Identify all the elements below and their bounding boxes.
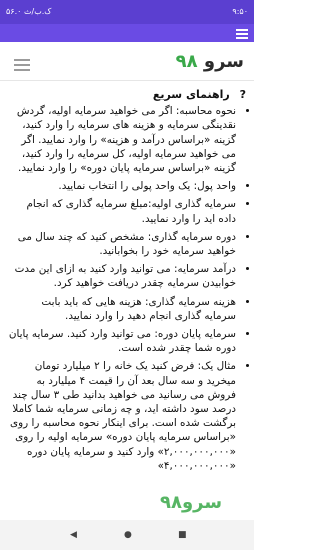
nav-home-button[interactable]: ● bbox=[124, 530, 132, 540]
guide-list: نحوه محاسبه: اگر می خواهید سرمایه اولیه،… bbox=[0, 104, 254, 473]
status-data-speed: ۵۶.۰ ک.ب/ث bbox=[6, 7, 52, 16]
logo-text: سرو bbox=[203, 51, 244, 72]
guide-item: درآمد سرمایه: می توانید وارد کنید به ازا… bbox=[8, 262, 236, 290]
nav-back-button[interactable]: ◀ bbox=[70, 530, 77, 540]
app-logo: سرو ۹۸ bbox=[176, 51, 244, 72]
nav-recents-button[interactable]: ■ bbox=[178, 530, 187, 540]
guide-item: هزینه سرمایه گذاری: هزینه هایی که باید ب… bbox=[8, 295, 236, 323]
guide-item: سرمایه گذاری اولیه:مبلغ سرمایه گذاری که … bbox=[8, 197, 236, 225]
guide-item: نحوه محاسبه: اگر می خواهید سرمایه اولیه،… bbox=[8, 104, 236, 175]
help-icon: ? bbox=[239, 88, 246, 101]
system-nav-bar: ◀ ● ■ bbox=[0, 520, 254, 550]
logo-accent: ۹۸ bbox=[175, 51, 198, 72]
guide-title: ? راهنمای سریع bbox=[8, 88, 246, 102]
app-bar bbox=[0, 24, 254, 42]
watermark-logo: سرو۹۸ bbox=[160, 492, 223, 513]
guide-item: دوره سرمایه گذاری: مشخص کنید که چند سال … bbox=[8, 230, 236, 258]
guide-title-text: راهنمای سریع bbox=[152, 88, 230, 101]
guide-item: واحد پول: یک واحد پولی را انتخاب نمایید. bbox=[8, 179, 236, 193]
status-bar: ۵۶.۰ ک.ب/ث ۹:۵۰ bbox=[0, 0, 254, 24]
app-menu-icon[interactable] bbox=[236, 27, 248, 39]
guide-content: ? راهنمای سریع نحوه محاسبه: اگر می خواهی… bbox=[0, 84, 254, 508]
title-row: سرو ۹۸ bbox=[0, 42, 254, 81]
status-time: ۹:۵۰ bbox=[232, 7, 248, 16]
guide-item: مثال یک: فرض کنید یک خانه را ۲ میلیارد ت… bbox=[8, 359, 236, 473]
hamburger-icon[interactable] bbox=[14, 56, 30, 74]
guide-item: سرمایه پایان دوره: می توانید وارد کنید. … bbox=[8, 327, 236, 355]
